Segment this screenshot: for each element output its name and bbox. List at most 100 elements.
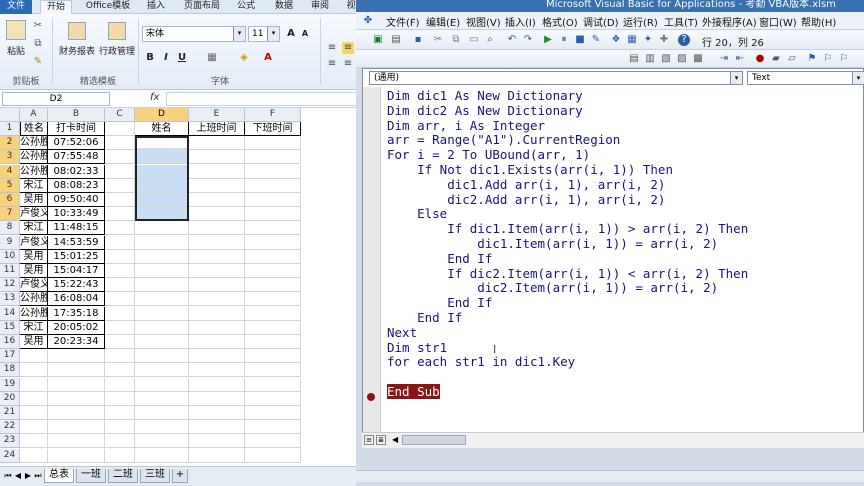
menu-file[interactable]: 文件(F): [386, 14, 420, 29]
sheet-cell[interactable]: [20, 363, 48, 378]
sheet-cell[interactable]: [245, 306, 301, 321]
properties-icon[interactable]: ▦: [626, 34, 638, 46]
code-line[interactable]: End If: [387, 310, 864, 326]
paste-icon[interactable]: [6, 20, 26, 40]
list-constants-icon[interactable]: ▥: [644, 53, 656, 65]
breakpoint-margin[interactable]: [363, 87, 381, 435]
sheet-cell[interactable]: 07:52:06: [48, 136, 105, 151]
sheet-cell[interactable]: 宋江: [20, 178, 48, 193]
param-info-icon[interactable]: ▨: [676, 53, 688, 65]
menu-tools[interactable]: 工具(T): [664, 14, 698, 29]
sheet-cell[interactable]: [189, 278, 245, 293]
sheet-cell[interactable]: [245, 221, 301, 236]
sheet-cell[interactable]: [189, 391, 245, 406]
tab-data[interactable]: 数据: [270, 0, 298, 14]
sheet-cell[interactable]: [105, 292, 135, 307]
menu-run[interactable]: 运行(R): [623, 14, 658, 29]
row-header[interactable]: 13: [0, 292, 20, 307]
column-header-d[interactable]: D: [135, 108, 189, 122]
sheet-cell[interactable]: [20, 349, 48, 364]
code-line[interactable]: Dim arr, i As Integer: [387, 118, 864, 134]
row-header[interactable]: 14: [0, 306, 20, 321]
sheet-cell[interactable]: [245, 320, 301, 335]
paste-button[interactable]: 粘贴: [2, 44, 30, 57]
save-icon[interactable]: ▪: [412, 34, 424, 46]
sheet-cell[interactable]: [189, 221, 245, 236]
fx-icon[interactable]: fx: [150, 92, 159, 103]
uncomment-block-icon[interactable]: ▱: [786, 53, 798, 65]
code-line[interactable]: If dic2.Item(arr(i, 1)) < arr(i, 2) Then: [387, 266, 864, 282]
sheet-cell[interactable]: [135, 335, 189, 349]
sheet-cell[interactable]: [245, 434, 301, 449]
sheet-cell[interactable]: [105, 448, 135, 463]
sheet-cell[interactable]: [135, 391, 189, 406]
prev-bookmark-icon[interactable]: ⚐: [838, 53, 850, 65]
break-icon[interactable]: ⏸: [558, 34, 570, 46]
sheet-cell[interactable]: [135, 320, 189, 335]
sheet-cell[interactable]: [105, 221, 135, 236]
row-header[interactable]: 12: [0, 278, 20, 293]
menu-help[interactable]: 帮助(H): [801, 14, 836, 29]
column-header-a[interactable]: A: [20, 108, 48, 122]
code-line[interactable]: Dim dic1 As New Dictionary: [387, 88, 864, 104]
sheet-cell[interactable]: [20, 391, 48, 406]
code-line[interactable]: for each str1 in dic1.Key: [387, 354, 864, 370]
finance-report-icon[interactable]: [68, 22, 86, 40]
sheet-cell[interactable]: [135, 235, 189, 250]
code-line[interactable]: End Sub: [387, 383, 864, 400]
row-header[interactable]: 9: [0, 235, 20, 250]
admin-template-icon[interactable]: [108, 22, 126, 40]
sheet-cell[interactable]: [245, 264, 301, 278]
vbe-bottom-scrollbar[interactable]: [356, 470, 864, 482]
sheet-cell[interactable]: [135, 249, 189, 264]
code-line[interactable]: dic2.Add arr(i, 1), arr(i, 2): [387, 192, 864, 208]
sheet-cell[interactable]: [189, 306, 245, 321]
menu-debug[interactable]: 调试(D): [583, 14, 619, 29]
sheet-cell[interactable]: [48, 391, 105, 406]
code-line[interactable]: [387, 370, 864, 385]
code-line[interactable]: Dim str1: [387, 340, 864, 356]
row-header[interactable]: 15: [0, 320, 20, 335]
sheet-cell[interactable]: [245, 292, 301, 307]
sheet-cell[interactable]: [245, 136, 301, 151]
sheet-cell[interactable]: [135, 349, 189, 364]
sheet-cell[interactable]: 吴用: [20, 193, 48, 207]
sheet-cell[interactable]: [189, 264, 245, 278]
row-header[interactable]: 18: [0, 363, 20, 378]
row-header[interactable]: 8: [0, 221, 20, 236]
sheet-cell[interactable]: [245, 448, 301, 463]
sheet-cell[interactable]: [20, 434, 48, 449]
sheet-cell[interactable]: 08:02:33: [48, 164, 105, 179]
row-header[interactable]: 23: [0, 434, 20, 449]
sheet-cell[interactable]: [105, 164, 135, 179]
project-explorer-icon[interactable]: ❖: [610, 34, 622, 46]
menu-insert[interactable]: 插入(I): [505, 14, 536, 29]
scroll-thumb[interactable]: [402, 435, 466, 445]
sheet-cell[interactable]: [245, 377, 301, 392]
align-bottom-icon[interactable]: ≡: [326, 58, 338, 70]
sheet-cell[interactable]: [105, 320, 135, 335]
sheet-cell[interactable]: [245, 278, 301, 293]
sheet-cell[interactable]: 17:35:18: [48, 306, 105, 321]
align-justify-icon[interactable]: ≡: [342, 58, 354, 70]
tab-formulas[interactable]: 公式: [232, 0, 260, 14]
sheet-cell[interactable]: 打卡时间: [48, 122, 105, 136]
tab-page-layout[interactable]: 页面布局: [178, 0, 226, 14]
menu-format[interactable]: 格式(O): [542, 14, 578, 29]
sheet-cell[interactable]: 07:55:48: [48, 150, 105, 165]
sheet-cell[interactable]: 09:50:40: [48, 193, 105, 207]
sheet-cell[interactable]: [245, 164, 301, 179]
procedure-view-icon[interactable]: ≡: [364, 435, 374, 445]
sheet-cell[interactable]: [48, 420, 105, 435]
sheet-cell[interactable]: [189, 377, 245, 392]
sheet-cell[interactable]: [135, 363, 189, 378]
sheet-cell[interactable]: [48, 349, 105, 364]
find-icon[interactable]: ⌕: [484, 34, 496, 46]
sheet-cell[interactable]: [245, 235, 301, 250]
sheet-cell[interactable]: [48, 434, 105, 449]
sheet-cell[interactable]: 姓名: [20, 122, 48, 136]
list-props-icon[interactable]: ▤: [628, 53, 640, 65]
sheet-cell[interactable]: [245, 420, 301, 435]
sheet-cell[interactable]: 吴用: [20, 249, 48, 264]
code-line[interactable]: Next: [387, 325, 864, 341]
